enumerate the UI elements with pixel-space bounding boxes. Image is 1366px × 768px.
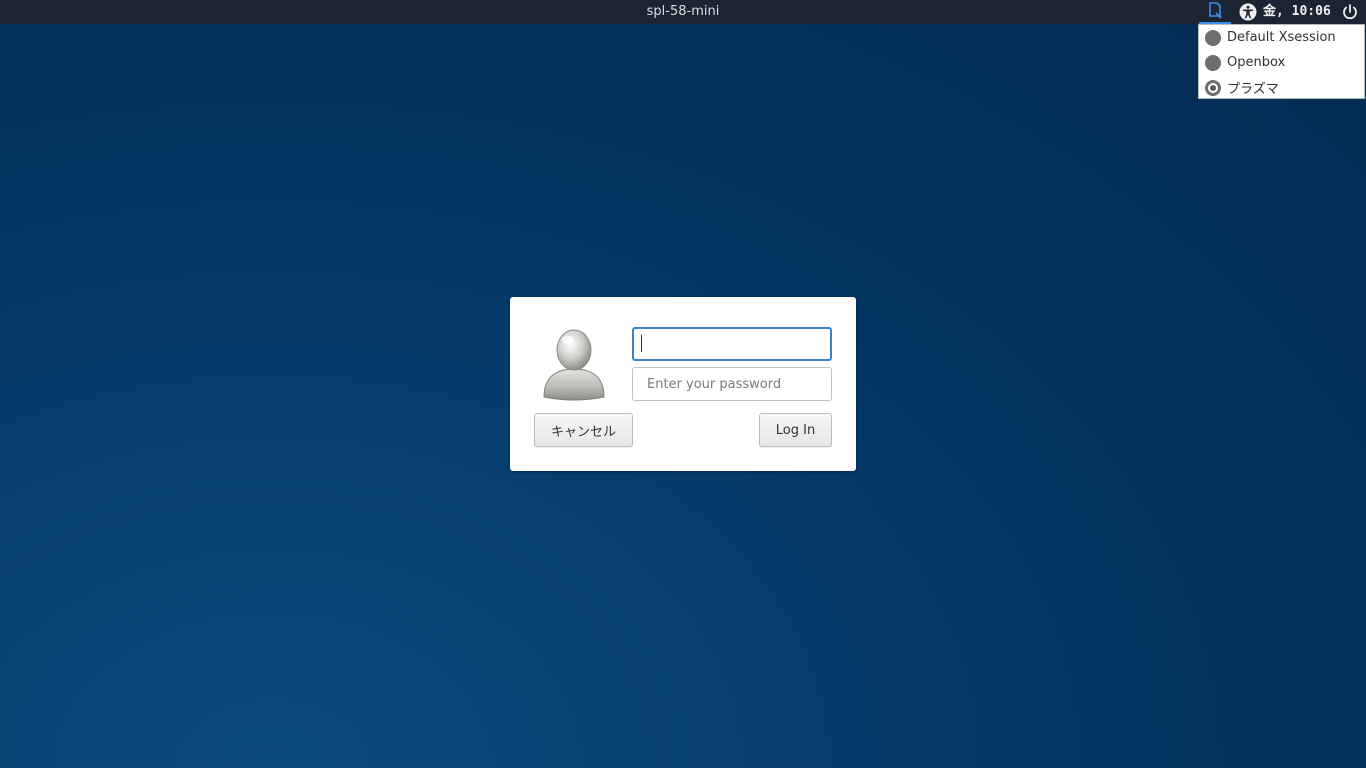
radio-icon xyxy=(1205,54,1221,71)
radio-icon xyxy=(1205,29,1221,46)
radio-checked-icon xyxy=(1205,79,1221,96)
session-item-default-xsession[interactable]: Default Xsession xyxy=(1199,25,1364,50)
session-menu: Default Xsession Openbox プラズマ xyxy=(1198,24,1365,99)
accessibility-icon[interactable] xyxy=(1239,3,1257,21)
cancel-button[interactable]: キャンセル xyxy=(534,413,633,447)
session-icon xyxy=(1209,2,1222,19)
session-item-label: Openbox xyxy=(1227,55,1286,70)
login-button[interactable]: Log In xyxy=(759,413,832,447)
top-panel: spl-58-mini 金, 10:06 xyxy=(0,0,1366,24)
session-item-label: プラズマ xyxy=(1227,82,1279,97)
session-menu-button[interactable] xyxy=(1199,0,1231,24)
password-input[interactable] xyxy=(632,367,832,401)
text-caret xyxy=(641,335,642,352)
session-item-openbox[interactable]: Openbox xyxy=(1199,50,1364,75)
username-input[interactable] xyxy=(632,327,832,361)
power-icon[interactable] xyxy=(1341,3,1359,21)
session-item-plasma[interactable]: プラズマ xyxy=(1199,75,1364,100)
user-avatar-icon xyxy=(543,329,605,401)
login-dialog: キャンセル Log In xyxy=(510,297,856,471)
clock[interactable]: 金, 10:06 xyxy=(1263,0,1331,24)
session-item-label: Default Xsession xyxy=(1227,30,1336,45)
hostname-label: spl-58-mini xyxy=(646,4,720,19)
